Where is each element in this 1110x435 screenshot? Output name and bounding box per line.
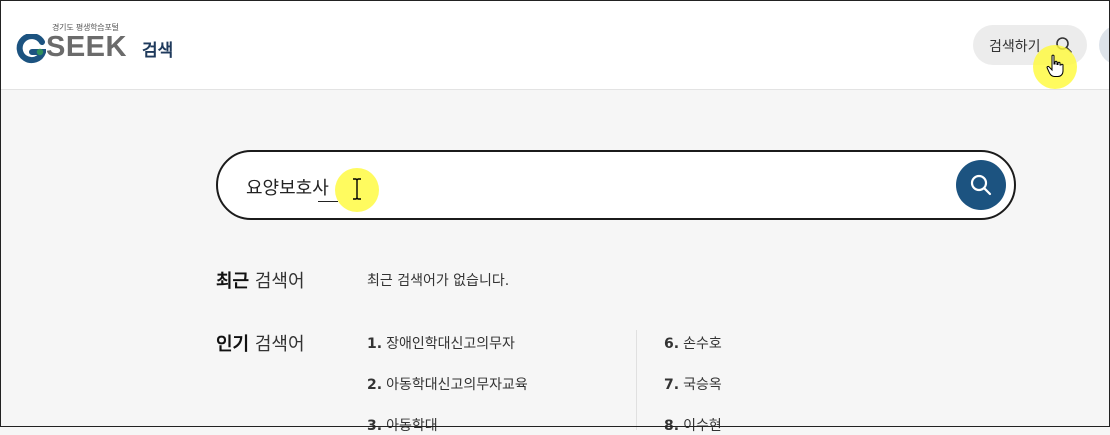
popular-item[interactable]: 1. 장애인학대신고의무자 [367, 333, 515, 353]
recent-title-bold: 최근 [216, 271, 250, 292]
popular-rank: 8. [664, 418, 680, 434]
popular-item[interactable]: 3. 아동학대 [367, 415, 438, 435]
recent-searches-title: 최근 검색어 [216, 267, 305, 293]
popular-title-bold: 인기 [216, 334, 250, 355]
search-input[interactable]: 요양보호사 [246, 174, 329, 200]
logo-brand: SEEK [46, 31, 127, 63]
popular-term: 국승옥 [683, 377, 722, 393]
popular-title-rest: 검색어 [254, 334, 305, 355]
popular-item[interactable]: 2. 아동학대신고의무자교육 [367, 374, 528, 394]
popular-term: 아동학대신고의무자교육 [386, 377, 528, 393]
header-menu-button[interactable] [1099, 25, 1110, 65]
popular-item[interactable]: 7. 국승옥 [664, 374, 722, 394]
search-submit-button[interactable] [956, 160, 1006, 210]
site-header: 경기도 평생학습포털 SEEK 검색 검색하기 [0, 0, 1110, 90]
popular-item[interactable]: 8. 이수현 [664, 415, 722, 435]
popular-rank: 6. [664, 336, 680, 352]
logo-label: 검색 [142, 41, 174, 61]
recent-title-rest: 검색어 [254, 271, 305, 292]
text-cursor-icon [353, 178, 361, 200]
ime-composition-underline [318, 201, 338, 202]
popular-rank: 7. [664, 377, 680, 393]
popular-term: 장애인학대신고의무자 [386, 336, 515, 352]
popular-rank: 3. [367, 418, 383, 434]
popular-searches-title: 인기 검색어 [216, 330, 305, 356]
header-search-label: 검색하기 [989, 39, 1041, 55]
hand-cursor-icon [1046, 54, 1064, 77]
popular-rank: 1. [367, 336, 383, 352]
popular-rank: 2. [367, 377, 383, 393]
logo-g-icon [16, 34, 46, 64]
popular-term: 아동학대 [386, 418, 438, 434]
popular-term: 이수현 [683, 418, 722, 434]
recent-empty-message: 최근 검색어가 없습니다. [367, 273, 510, 289]
column-divider [636, 330, 637, 430]
search-icon [970, 174, 992, 196]
popular-term: 손수호 [683, 336, 722, 352]
popular-item[interactable]: 6. 손수호 [664, 333, 722, 353]
